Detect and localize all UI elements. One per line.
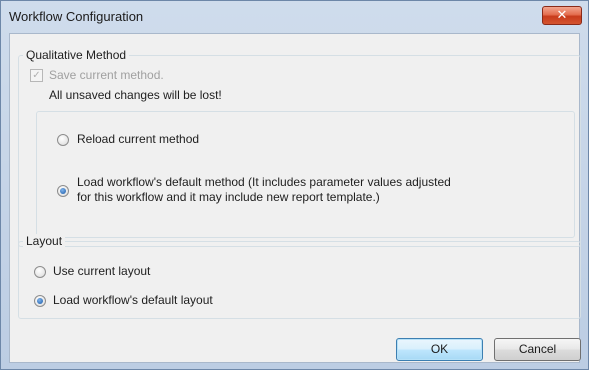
use-current-layout-radio[interactable] (34, 266, 46, 278)
cancel-button[interactable]: Cancel (494, 338, 581, 361)
close-button[interactable]: ✕ (542, 6, 582, 25)
reload-current-method-label[interactable]: Reload current method (77, 132, 199, 146)
ok-button[interactable]: OK (396, 338, 483, 361)
unsaved-changes-warning: All unsaved changes will be lost! (49, 88, 222, 102)
load-default-layout-label[interactable]: Load workflow's default layout (53, 293, 213, 307)
method-options-subgroup: Reload current method Load workflow's de… (36, 111, 575, 238)
close-icon: ✕ (556, 7, 568, 22)
load-default-layout-radio[interactable] (34, 295, 46, 307)
save-current-method-label: Save current method. (49, 68, 164, 82)
save-current-method-checkbox[interactable]: ✓ (30, 69, 43, 82)
layout-group: Layout Use current layout Load workflow'… (18, 234, 581, 319)
load-default-method-label-line2[interactable]: for this workflow and it may include new… (77, 190, 380, 204)
layout-group-label: Layout (23, 234, 66, 248)
load-default-method-radio[interactable] (57, 185, 69, 197)
dialog-window: Workflow Configuration ✕ Qualitative Met… (0, 0, 589, 370)
load-default-method-label-line1[interactable]: Load workflow's default method (It inclu… (77, 175, 451, 189)
window-title: Workflow Configuration (9, 9, 144, 24)
qualitative-method-group-label: Qualitative Method (23, 48, 130, 62)
use-current-layout-label[interactable]: Use current layout (53, 264, 150, 278)
reload-current-method-radio[interactable] (57, 134, 69, 146)
title-bar[interactable]: Workflow Configuration ✕ (1, 1, 588, 31)
qualitative-method-group: Qualitative Method ✓ Save current method… (18, 48, 581, 247)
dialog-client-area: Qualitative Method ✓ Save current method… (9, 33, 581, 363)
